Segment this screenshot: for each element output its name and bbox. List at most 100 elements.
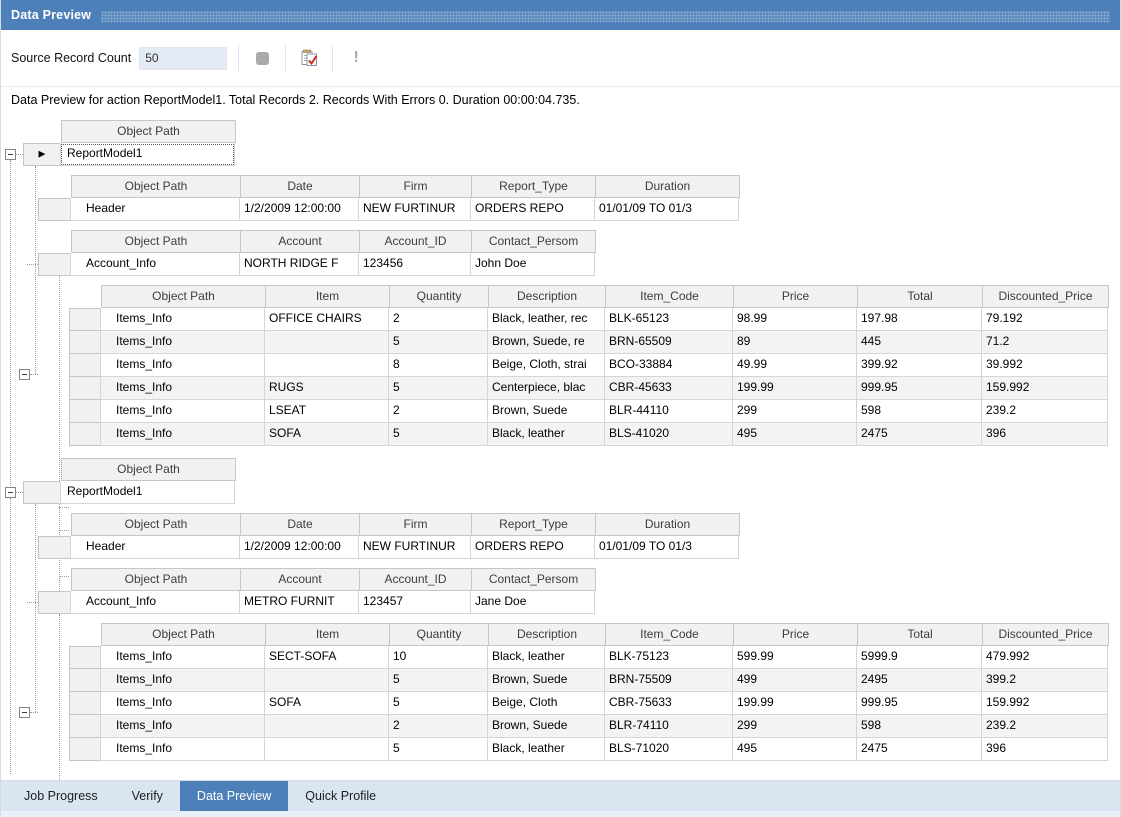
grid-cell[interactable]: Header [70, 536, 240, 559]
row-selector-cell[interactable] [38, 253, 71, 276]
row-selector-cell[interactable] [38, 536, 71, 559]
grid-cell[interactable]: BLR-44110 [604, 400, 733, 423]
grid-cell[interactable]: 5999.9 [856, 646, 982, 669]
tab-job-progress[interactable]: Job Progress [7, 781, 115, 811]
grid-cell[interactable]: CBR-75633 [604, 692, 733, 715]
grid-cell[interactable] [264, 738, 389, 761]
grid-cell[interactable] [264, 331, 389, 354]
grid-cell[interactable]: 159.992 [981, 692, 1108, 715]
grid-cell[interactable]: LSEAT [264, 400, 389, 423]
grid-cell[interactable]: Black, leather [487, 738, 605, 761]
grid-cell[interactable]: 39.992 [981, 354, 1108, 377]
grid-cell[interactable]: Brown, Suede [487, 669, 605, 692]
grid-cell[interactable]: 79.192 [981, 308, 1108, 331]
grid-cell[interactable]: BLS-41020 [604, 423, 733, 446]
grid-cell[interactable]: 1/2/2009 12:00:00 [239, 536, 359, 559]
grid-cell[interactable]: 197.98 [856, 308, 982, 331]
grid-cell[interactable]: 399.2 [981, 669, 1108, 692]
grid-cell[interactable]: 1/2/2009 12:00:00 [239, 198, 359, 221]
grid-cell[interactable]: 599.99 [732, 646, 857, 669]
grid-cell[interactable]: Items_Info [100, 400, 265, 423]
grid-cell[interactable]: 71.2 [981, 331, 1108, 354]
grid-cell[interactable]: Account_Info [70, 591, 240, 614]
grid-cell[interactable]: 8 [388, 354, 488, 377]
row-selector-cell[interactable] [38, 198, 71, 221]
grid-cell[interactable]: BLK-75123 [604, 646, 733, 669]
grid-cell[interactable]: ReportModel1 [60, 481, 235, 504]
row-selector-cell[interactable] [69, 669, 101, 692]
grid-cell[interactable]: 5 [388, 423, 488, 446]
grid-cell[interactable]: Items_Info [100, 669, 265, 692]
grid-cell[interactable]: 123456 [358, 253, 471, 276]
row-selector-cell[interactable] [69, 308, 101, 331]
grid-cell[interactable]: 495 [732, 423, 857, 446]
grid-cell[interactable]: Beige, Cloth [487, 692, 605, 715]
grid-cell[interactable]: 2 [388, 308, 488, 331]
grid-cell[interactable]: CBR-45633 [604, 377, 733, 400]
grid-cell[interactable]: 5 [388, 738, 488, 761]
grid-cell[interactable]: 2 [388, 400, 488, 423]
grid-cell[interactable]: 01/01/09 TO 01/3 [594, 198, 739, 221]
grid-cell[interactable]: BCO-33884 [604, 354, 733, 377]
grid-cell[interactable]: NEW FURTINUR [358, 536, 471, 559]
tab-quick-profile[interactable]: Quick Profile [288, 781, 393, 811]
grid-cell[interactable]: John Doe [470, 253, 595, 276]
grid-cell[interactable]: 999.95 [856, 377, 982, 400]
grid-cell[interactable]: Items_Info [100, 423, 265, 446]
grid-cell[interactable]: 445 [856, 331, 982, 354]
grid-cell[interactable] [264, 715, 389, 738]
grid-cell[interactable]: OFFICE CHAIRS [264, 308, 389, 331]
grid-cell[interactable]: Items_Info [100, 738, 265, 761]
grid-cell[interactable]: Beige, Cloth, strai [487, 354, 605, 377]
tab-verify[interactable]: Verify [115, 781, 180, 811]
grid-cell[interactable]: Header [70, 198, 240, 221]
grid-cell[interactable]: Items_Info [100, 331, 265, 354]
grid-cell[interactable]: 5 [388, 692, 488, 715]
grid-cell[interactable]: 5 [388, 331, 488, 354]
grid-cell[interactable] [264, 669, 389, 692]
grid-cell[interactable]: Items_Info [100, 646, 265, 669]
source-record-count-input[interactable] [139, 47, 227, 70]
grid-cell[interactable]: ORDERS REPO [470, 536, 595, 559]
collapse-expand-toggle[interactable] [19, 707, 30, 718]
grid-cell[interactable]: Brown, Suede, re [487, 331, 605, 354]
warnings-exclamation-icon[interactable]: ! [344, 46, 368, 70]
collapse-expand-toggle[interactable] [5, 149, 16, 160]
grid-cell[interactable]: 479.992 [981, 646, 1108, 669]
grid-cell[interactable]: Black, leather, rec [487, 308, 605, 331]
grid-cell[interactable]: 239.2 [981, 715, 1108, 738]
grid-cell[interactable]: 299 [732, 400, 857, 423]
grid-cell[interactable]: Items_Info [100, 377, 265, 400]
grid-cell[interactable]: SOFA [264, 423, 389, 446]
grid-cell[interactable]: METRO FURNIT [239, 591, 359, 614]
grid-cell[interactable]: 999.95 [856, 692, 982, 715]
grid-cell[interactable]: Black, leather [487, 646, 605, 669]
row-selector-cell[interactable] [69, 738, 101, 761]
row-selector-cell[interactable] [69, 400, 101, 423]
row-selector-cell[interactable] [69, 377, 101, 400]
row-selector-cell[interactable] [69, 646, 101, 669]
grid-cell[interactable]: BLK-65123 [604, 308, 733, 331]
grid-cell[interactable]: Items_Info [100, 354, 265, 377]
grid-cell[interactable]: 01/01/09 TO 01/3 [594, 536, 739, 559]
grid-cell[interactable]: 5 [388, 669, 488, 692]
grid-cell[interactable]: Brown, Suede [487, 715, 605, 738]
grid-cell[interactable]: NORTH RIDGE F [239, 253, 359, 276]
row-selector-cell[interactable] [69, 423, 101, 446]
grid-cell[interactable]: 2495 [856, 669, 982, 692]
grid-cell[interactable]: 396 [981, 423, 1108, 446]
row-selector-cell[interactable] [69, 354, 101, 377]
grid-cell[interactable]: Brown, Suede [487, 400, 605, 423]
grid-cell[interactable]: ReportModel1 [60, 143, 235, 166]
grid-cell[interactable]: 396 [981, 738, 1108, 761]
collapse-expand-toggle[interactable] [19, 369, 30, 380]
grid-cell[interactable]: 5 [388, 377, 488, 400]
grid-cell[interactable]: Centerpiece, blac [487, 377, 605, 400]
grid-cell[interactable]: BLR-74110 [604, 715, 733, 738]
grid-cell[interactable]: BRN-75509 [604, 669, 733, 692]
row-selector-cell[interactable] [23, 481, 61, 504]
collapse-expand-toggle[interactable] [5, 487, 16, 498]
grid-cell[interactable]: 2 [388, 715, 488, 738]
tab-data-preview[interactable]: Data Preview [180, 781, 288, 811]
grid-cell[interactable]: 10 [388, 646, 488, 669]
